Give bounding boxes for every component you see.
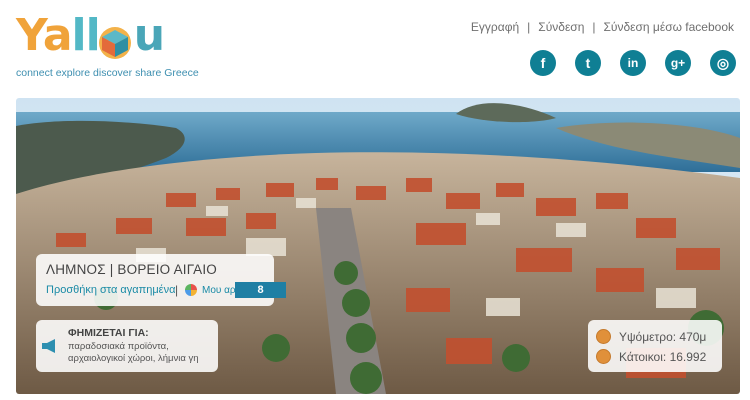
instagram-glyph: ◎: [716, 54, 730, 71]
altitude-value: Υψόμετρο: 470μ: [619, 329, 707, 344]
linkedin-glyph: in: [627, 56, 639, 70]
facebook-glyph: f: [540, 55, 546, 71]
stats-panel: Υψόμετρο: 470μ Κάτοικοι: 16.992: [588, 320, 722, 372]
auth-links: Εγγραφή | Σύνδεση | Σύνδεση μέσω facebook: [471, 20, 734, 34]
famous-for-panel: ΦΗΜΙΖΕΤΑΙ ΓΙΑ: παραδοσιακά προϊόντα, αρχ…: [36, 320, 218, 372]
linkedin-icon[interactable]: in: [620, 50, 646, 76]
social-icons: f t in g+ ◎: [530, 50, 736, 76]
facebook-icon[interactable]: f: [530, 50, 556, 76]
auth-separator: |: [527, 20, 531, 34]
page: Yall u connect explore discover share Gre…: [0, 0, 750, 400]
logo-wordmark-ya: Ya: [16, 10, 73, 61]
register-link[interactable]: Εγγραφή: [471, 20, 519, 34]
altitude-row: Υψόμετρο: 470μ: [596, 329, 706, 344]
logo-cube-icon: [99, 27, 131, 59]
favorites-separator: |: [175, 283, 179, 297]
logo-wordmark-u: u: [133, 10, 165, 61]
like-count-badge: 8: [235, 282, 286, 298]
auth-separator: |: [592, 20, 596, 34]
logo-wordmark-ll: ll: [71, 10, 101, 61]
instagram-icon[interactable]: ◎: [710, 50, 736, 76]
famous-for-description: παραδοσιακά προϊόντα, αρχαιολογικοί χώρο…: [68, 341, 199, 364]
destination-title: ΛΗΜΝΟΣ | ΒΟΡΕΙΟ ΑΙΓΑΙΟ: [46, 262, 217, 277]
hero-banner: ΛΗΜΝΟΣ | ΒΟΡΕΙΟ ΑΙΓΑΙΟ Προσθήκη στα αγαπ…: [16, 98, 740, 394]
population-row: Κάτοικοι: 16.992: [596, 349, 706, 364]
destination-panel: ΛΗΜΝΟΣ | ΒΟΡΕΙΟ ΑΙΓΑΙΟ Προσθήκη στα αγαπ…: [36, 254, 286, 306]
logo-wordmark: Yall u: [16, 14, 165, 58]
population-value: Κάτοικοι: 16.992: [619, 349, 707, 364]
login-link[interactable]: Σύνδεση: [538, 20, 584, 34]
people-icon: [596, 349, 611, 364]
site-logo[interactable]: Yall u connect explore discover share Gre…: [14, 10, 199, 80]
twitter-glyph: t: [585, 55, 591, 71]
like-icon: [185, 284, 197, 296]
google-plus-glyph: g+: [670, 56, 686, 70]
add-favorites-link[interactable]: Προσθήκη στα αγαπημένα: [46, 284, 175, 296]
login-facebook-link[interactable]: Σύνδεση μέσω facebook: [604, 20, 735, 34]
mountain-icon: [596, 329, 611, 344]
twitter-icon[interactable]: t: [575, 50, 601, 76]
famous-for-title: ΦΗΜΙΖΕΤΑΙ ΓΙΑ:: [68, 327, 149, 339]
megaphone-icon: [42, 339, 55, 353]
logo-tagline: connect explore discover share Greece: [16, 67, 199, 79]
google-plus-icon[interactable]: g+: [665, 50, 691, 76]
